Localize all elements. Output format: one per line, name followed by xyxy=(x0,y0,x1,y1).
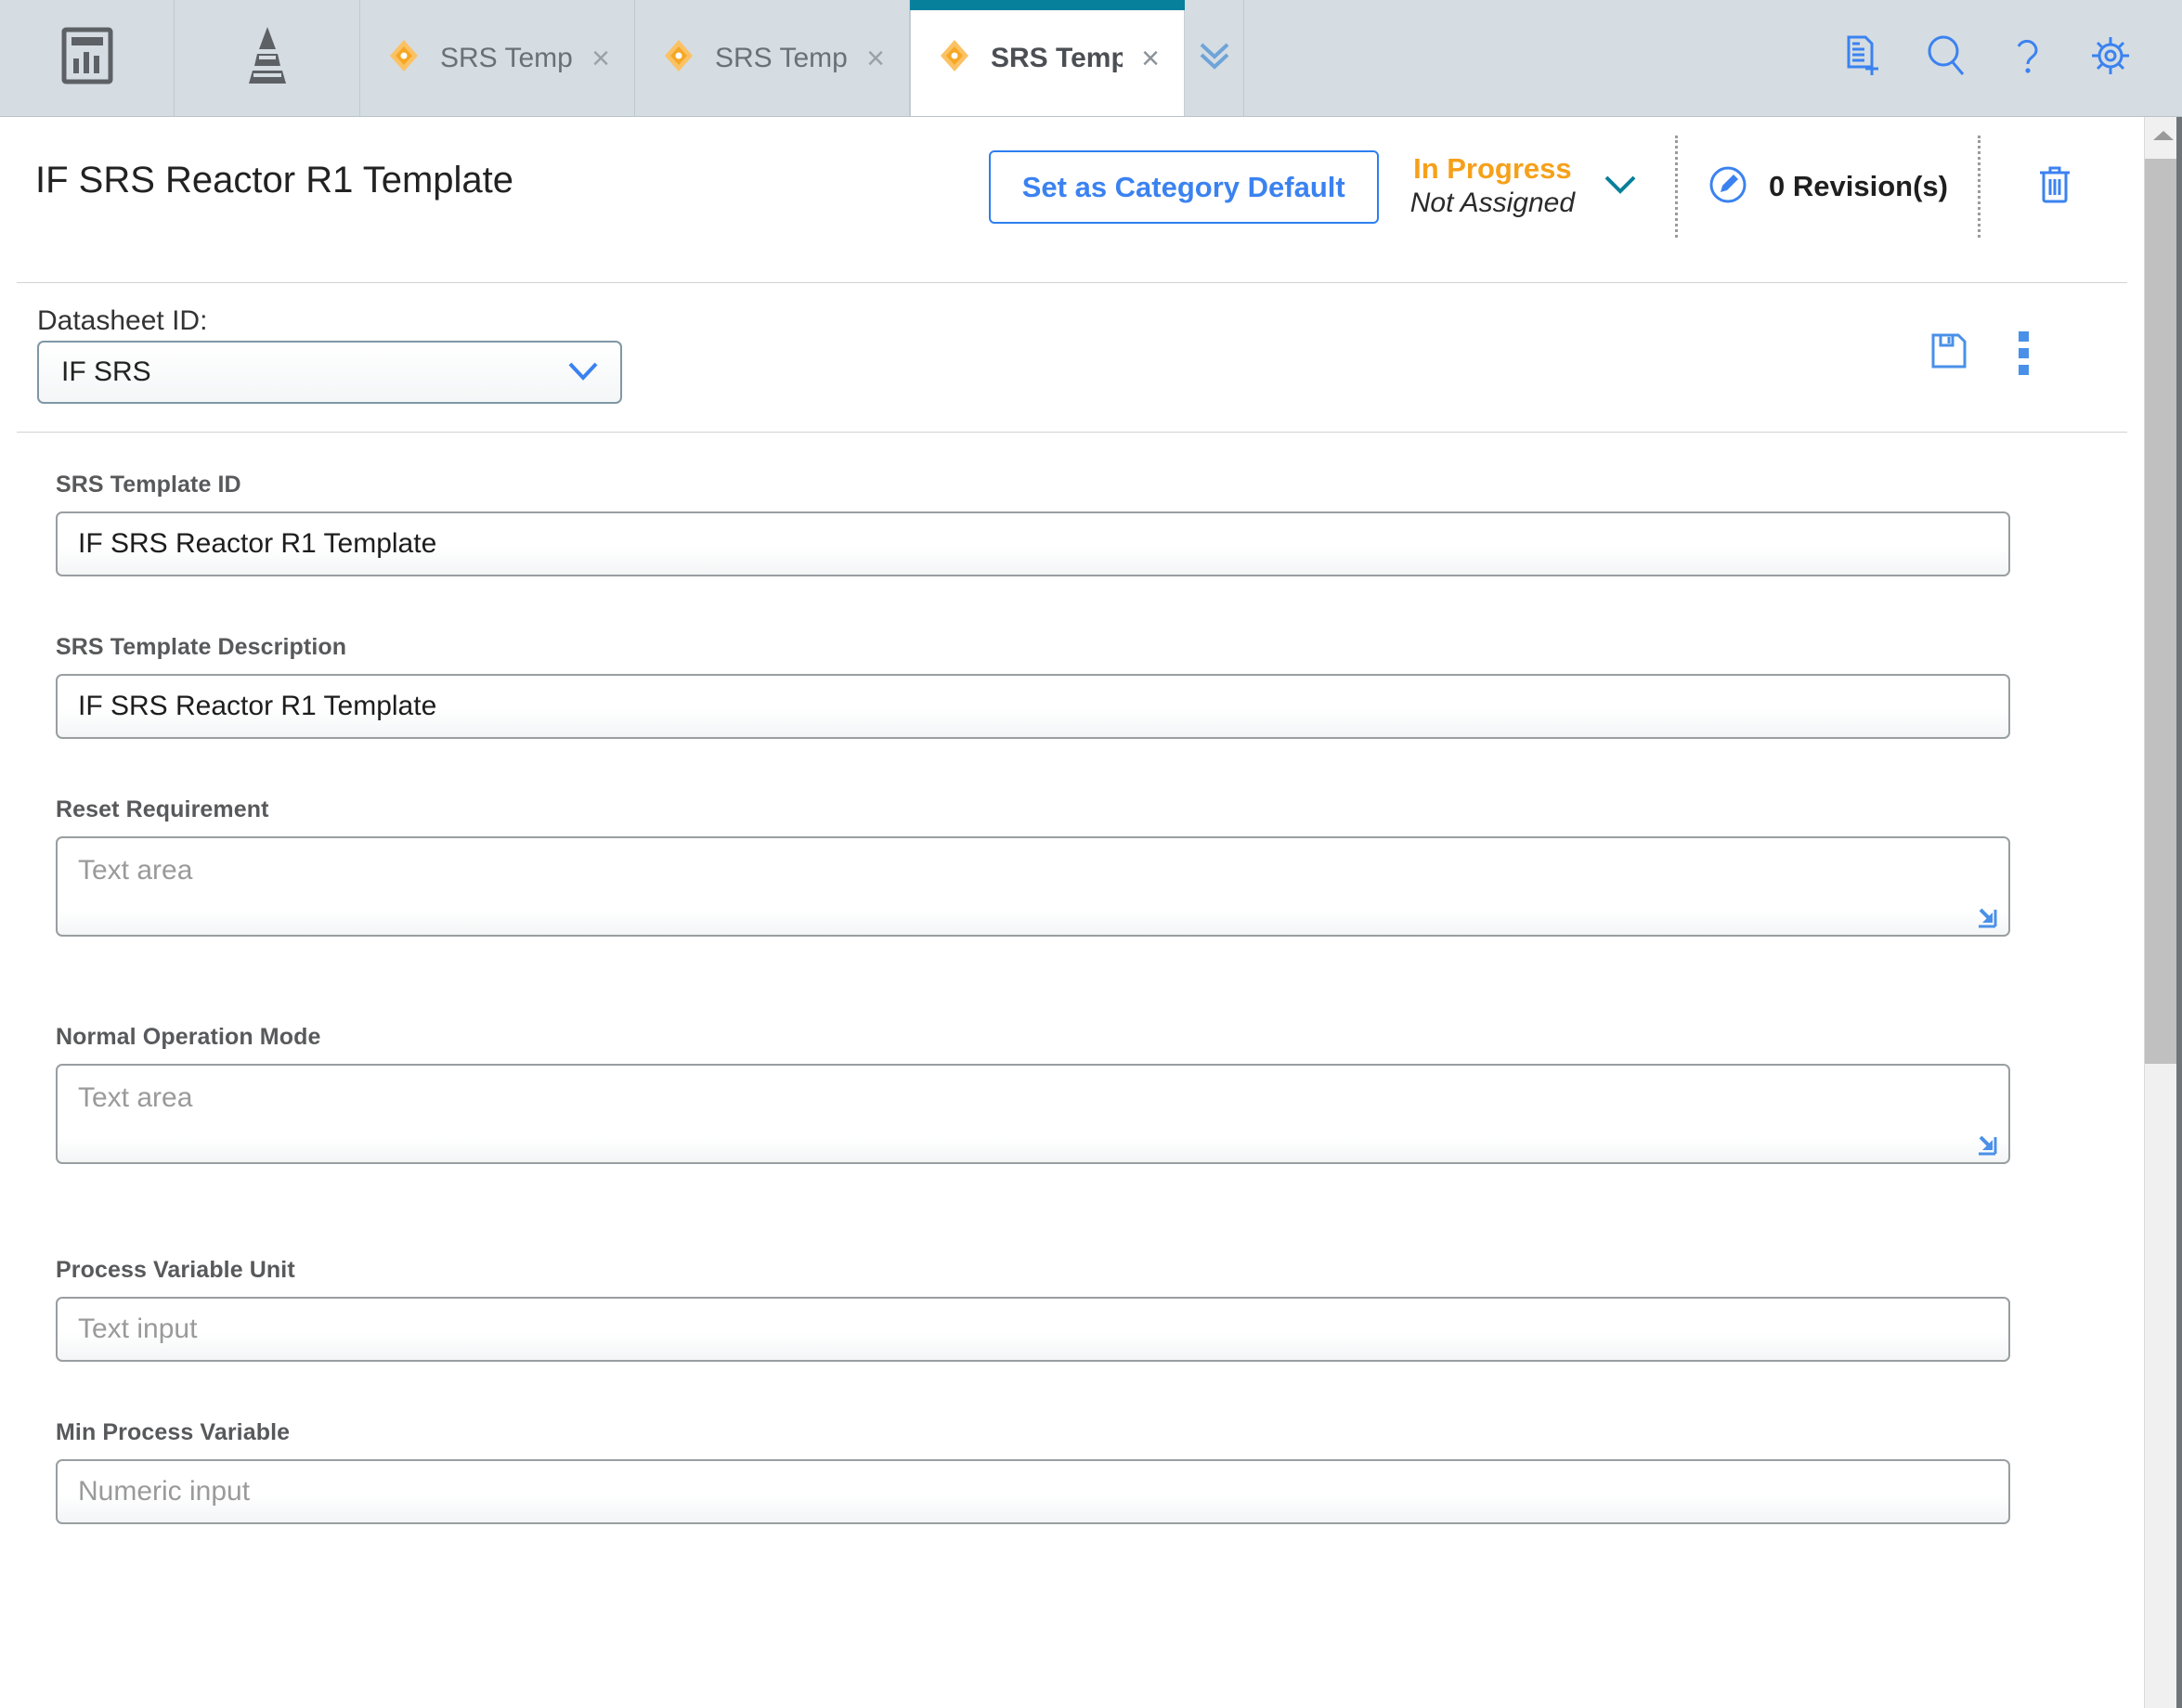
field-process-variable-unit: Process Variable Unit Text input xyxy=(17,1257,2127,1362)
chevron-down-icon[interactable] xyxy=(563,356,604,389)
min-process-variable-input[interactable]: Numeric input xyxy=(56,1459,2010,1524)
window-edge xyxy=(2176,117,2182,1708)
field-normal-operation-mode: Normal Operation Mode Text area xyxy=(17,1024,2127,1164)
field-label: Reset Requirement xyxy=(56,796,269,822)
datasheet-panel: IF SRS Reactor R1 Template Set as Catego… xyxy=(0,117,2144,1708)
floppy-save-icon xyxy=(1929,333,1968,374)
datasheet-id-value: IF SRS xyxy=(61,356,151,387)
tab-srs-template-3-active[interactable]: SRS Template × xyxy=(910,0,1185,116)
tab-bar: SRS Template × SRS Template × SRS Templa… xyxy=(0,0,2182,117)
diamond-icon xyxy=(663,38,695,78)
more-tabs-button[interactable] xyxy=(1185,0,1244,116)
content-area: IF SRS Reactor R1 Template Set as Catego… xyxy=(0,117,2182,1708)
tab-label: SRS Template xyxy=(991,42,1123,73)
delete-button[interactable] xyxy=(2010,162,2099,212)
field-label: Min Process Variable xyxy=(56,1419,291,1445)
save-button[interactable] xyxy=(1929,331,1968,375)
revisions-button[interactable]: 0 Revision(s) xyxy=(1708,164,1948,210)
new-document-button[interactable] xyxy=(1840,32,1881,84)
normal-operation-mode-textarea[interactable]: Text area xyxy=(56,1064,2010,1164)
status-control[interactable]: In Progress Not Assigned xyxy=(1410,152,1642,220)
diamond-icon xyxy=(939,38,970,78)
pencil-circle-icon xyxy=(1708,164,1748,210)
kebab-menu-icon xyxy=(2019,348,2029,358)
search-icon xyxy=(1924,32,1968,84)
datasheet-id-select[interactable]: IF SRS xyxy=(37,341,622,404)
field-label: Process Variable Unit xyxy=(56,1257,295,1283)
active-tab-accent-bar xyxy=(910,0,1185,10)
field-srs-template-description: SRS Template Description IF SRS Reactor … xyxy=(17,634,2127,739)
expand-textarea-icon[interactable] xyxy=(1972,903,2000,931)
kebab-menu-icon xyxy=(2019,331,2029,342)
datasheet-id-label: Datasheet ID: xyxy=(37,305,208,336)
field-label: SRS Template ID xyxy=(56,472,241,498)
field-srs-template-id: SRS Template ID IF SRS Reactor R1 Templa… xyxy=(17,472,2127,576)
tab-srs-template-1[interactable]: SRS Template × xyxy=(360,0,635,116)
help-icon xyxy=(2011,32,2045,84)
placeholder-text: Text area xyxy=(78,855,193,886)
divider xyxy=(1675,136,1679,238)
close-icon[interactable]: × xyxy=(573,43,634,74)
field-min-process-variable: Min Process Variable Numeric input xyxy=(17,1419,2127,1524)
placeholder-text: Text area xyxy=(78,1082,193,1113)
diamond-icon xyxy=(388,38,420,78)
trash-icon xyxy=(2034,162,2075,212)
revisions-label: 0 Revision(s) xyxy=(1769,170,1948,202)
srs-template-description-input[interactable]: IF SRS Reactor R1 Template xyxy=(56,674,2010,739)
page-header: IF SRS Reactor R1 Template Set as Catego… xyxy=(17,117,2127,283)
field-label: Normal Operation Mode xyxy=(56,1024,321,1050)
process-variable-unit-input[interactable]: Text input xyxy=(56,1297,2010,1362)
tab-srs-template-2[interactable]: SRS Template × xyxy=(635,0,910,116)
scroll-up-arrow-icon xyxy=(2151,129,2176,147)
close-icon[interactable]: × xyxy=(1123,43,1184,74)
status-badge: In Progress xyxy=(1413,152,1572,186)
page-title: IF SRS Reactor R1 Template xyxy=(35,160,514,201)
tab-label: SRS Template xyxy=(715,42,848,73)
chevron-down-icon[interactable] xyxy=(1599,168,1642,204)
status-text-group: In Progress Not Assigned xyxy=(1410,152,1599,220)
datasheet-actions xyxy=(1929,328,2042,379)
report-dashboard-icon xyxy=(61,27,113,89)
tab-label: SRS Template xyxy=(440,42,573,73)
new-document-icon xyxy=(1840,32,1881,84)
divider xyxy=(1978,136,1981,238)
field-label: SRS Template Description xyxy=(56,634,347,660)
header-actions: Set as Category Default In Progress Not … xyxy=(988,117,2099,256)
kebab-menu-icon xyxy=(2019,365,2029,375)
datasheet-selector-row: Datasheet ID: IF SRS xyxy=(17,283,2127,433)
global-tools xyxy=(1840,0,2182,116)
more-options-button[interactable] xyxy=(2006,328,2042,379)
hierarchy-pyramid-icon xyxy=(241,25,293,91)
settings-gear-icon xyxy=(2087,32,2134,84)
hierarchy-button[interactable] xyxy=(175,0,360,116)
double-chevron-down-icon xyxy=(1194,37,1235,79)
tab-bar-spacer xyxy=(1244,0,1840,116)
help-button[interactable] xyxy=(2011,32,2045,84)
settings-button[interactable] xyxy=(2087,32,2134,84)
search-button[interactable] xyxy=(1924,32,1968,84)
datasheet-form: SRS Template ID IF SRS Reactor R1 Templa… xyxy=(0,433,2144,1524)
expand-textarea-icon[interactable] xyxy=(1972,1131,2000,1158)
srs-template-id-input[interactable]: IF SRS Reactor R1 Template xyxy=(56,511,2010,576)
assignment-label: Not Assigned xyxy=(1409,188,1576,219)
app-logo-button[interactable] xyxy=(0,0,175,116)
set-as-category-default-button[interactable]: Set as Category Default xyxy=(988,149,1379,224)
close-icon[interactable]: × xyxy=(848,43,909,74)
field-reset-requirement: Reset Requirement Text area xyxy=(17,796,2127,937)
reset-requirement-textarea[interactable]: Text area xyxy=(56,836,2010,937)
